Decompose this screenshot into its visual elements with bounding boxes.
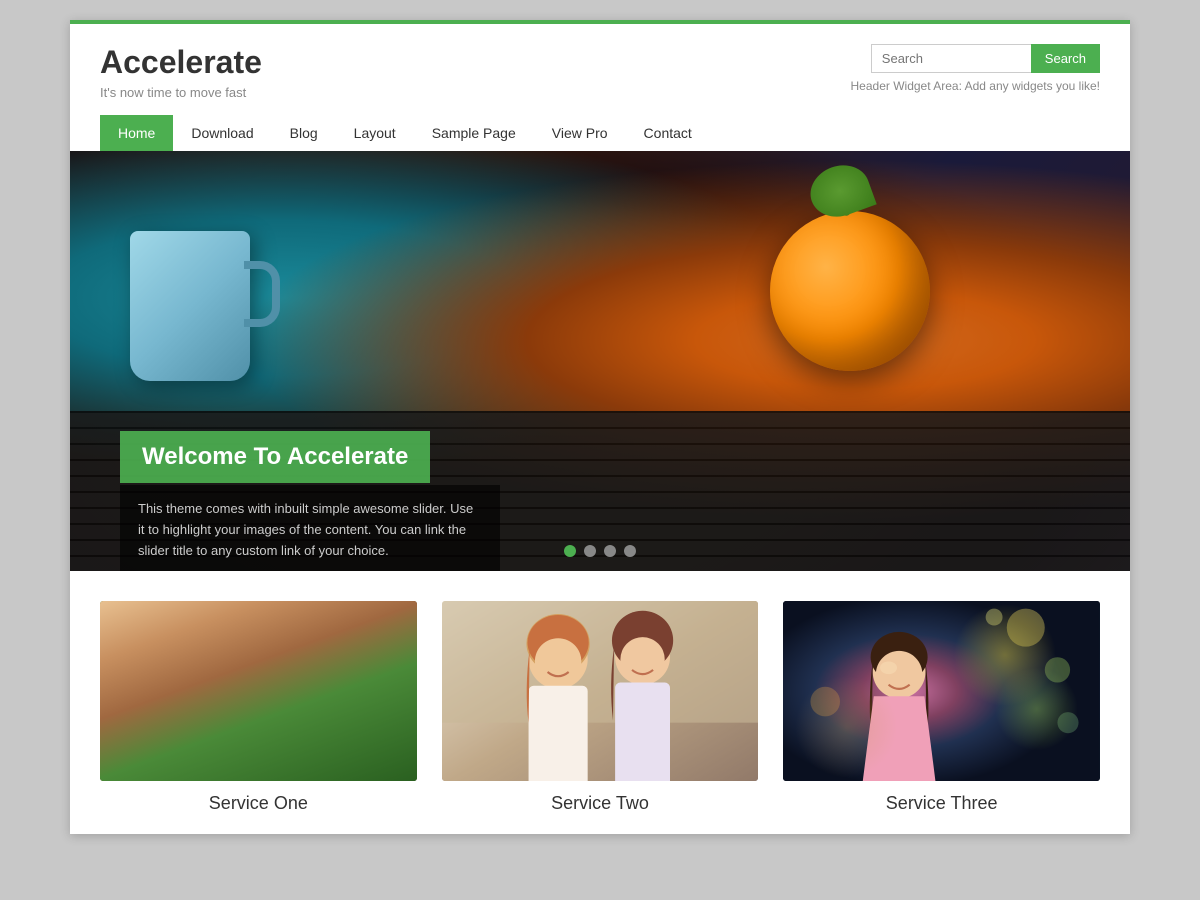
hero-slider: Welcome To Accelerate This theme comes w… [70,151,1130,571]
service-image-1 [100,601,417,781]
service-card-2: Service Two [442,601,759,814]
nav-link-blog[interactable]: Blog [272,115,336,151]
search-area: Search [871,44,1100,73]
nav-link-viewpro[interactable]: View Pro [534,115,626,151]
slider-dot-4[interactable] [624,545,636,557]
nav-link-contact[interactable]: Contact [626,115,710,151]
hero-desc-box: This theme comes with inbuilt simple awe… [120,485,500,571]
nav-item-contact[interactable]: Contact [626,115,710,151]
site-branding: Accelerate It's now time to move fast [100,44,262,100]
hero-orange-decoration [770,211,930,371]
hero-title-box: Welcome To Accelerate [120,431,430,483]
site-tagline: It's now time to move fast [100,85,262,100]
service-card-1: Service One [100,601,417,814]
service-2-illustration [442,601,759,781]
nav-item-viewpro[interactable]: View Pro [534,115,626,151]
site-title: Accelerate [100,44,262,81]
services-section: Service One [70,571,1130,834]
service-1-illustration [100,601,417,781]
nav-item-blog[interactable]: Blog [272,115,336,151]
header-right: Search Header Widget Area: Add any widge… [851,44,1100,93]
nav-item-layout[interactable]: Layout [336,115,414,151]
hero-title: Welcome To Accelerate [142,443,408,471]
nav-item-home[interactable]: Home [100,115,173,151]
nav-link-sample[interactable]: Sample Page [414,115,534,151]
service-image-2 [442,601,759,781]
header-widget-text: Header Widget Area: Add any widgets you … [851,79,1100,93]
site-header: Accelerate It's now time to move fast Se… [70,24,1130,115]
main-nav: Home Download Blog Layout Sample Page Vi… [70,115,1130,151]
service-3-illustration [783,601,1100,781]
slider-dot-1[interactable] [564,545,576,557]
service-image-3 [783,601,1100,781]
slider-dot-2[interactable] [584,545,596,557]
nav-item-download[interactable]: Download [173,115,271,151]
service-title-3: Service Three [886,793,998,814]
hero-mug-decoration [130,231,250,381]
search-button[interactable]: Search [1031,44,1100,73]
service-title-2: Service Two [551,793,649,814]
nav-item-sample[interactable]: Sample Page [414,115,534,151]
service-card-3: Service Three [783,601,1100,814]
service-title-1: Service One [209,793,308,814]
nav-link-layout[interactable]: Layout [336,115,414,151]
hero-description: This theme comes with inbuilt simple awe… [138,499,482,561]
nav-link-home[interactable]: Home [100,115,173,151]
slider-dots [564,545,636,557]
page-wrapper: Accelerate It's now time to move fast Se… [70,20,1130,834]
nav-link-download[interactable]: Download [173,115,271,151]
search-input[interactable] [871,44,1031,73]
slider-dot-3[interactable] [604,545,616,557]
